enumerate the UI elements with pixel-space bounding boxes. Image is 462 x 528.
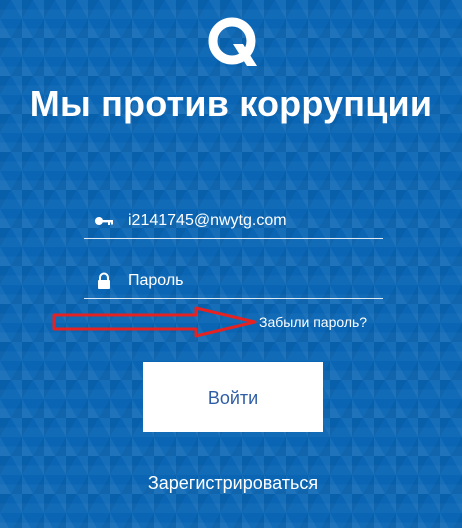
q-logo-icon <box>208 17 257 66</box>
key-icon <box>95 217 113 225</box>
forgot-password-link[interactable]: Забыли пароль? <box>259 313 367 331</box>
lock-icon <box>98 272 110 289</box>
email-field[interactable]: i2141745@nwytg.com <box>84 208 383 239</box>
login-button[interactable]: Войти <box>143 362 323 432</box>
register-link[interactable]: Зарегистрироваться <box>0 472 462 494</box>
password-placeholder: Пароль <box>128 272 184 289</box>
password-field[interactable]: Пароль <box>84 268 383 299</box>
annotation-arrow-icon <box>52 306 257 338</box>
email-value: i2141745@nwytg.com <box>128 212 287 229</box>
page-title: Мы против коррупции <box>29 83 433 124</box>
